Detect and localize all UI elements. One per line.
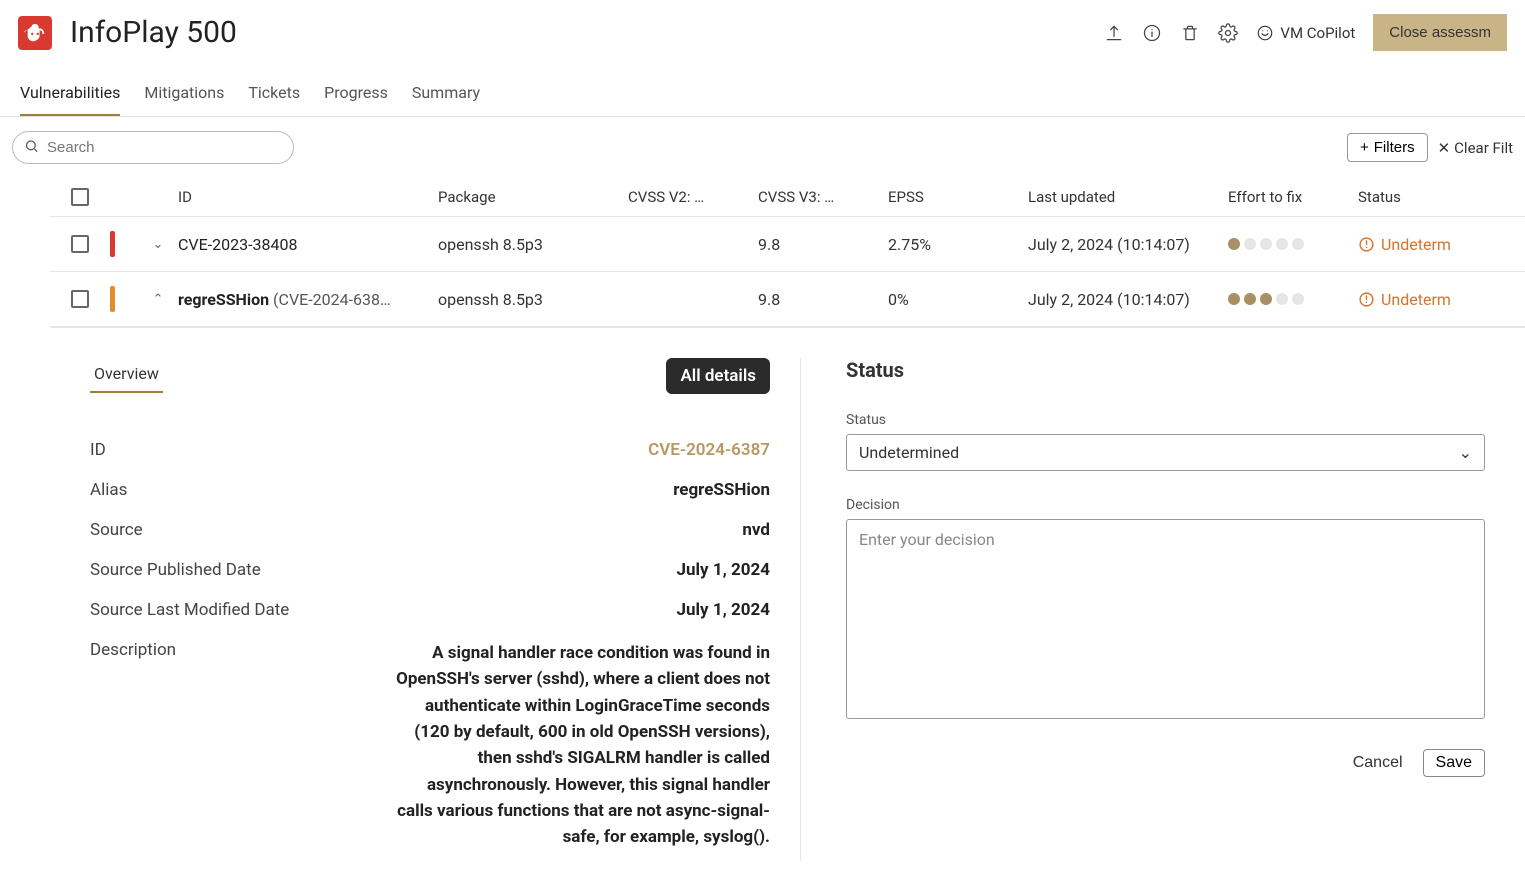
tab-vulnerabilities[interactable]: Vulnerabilities — [20, 71, 120, 116]
table-header-row: ID Package CVSS V2: … CVSS V3: … EPSS La… — [50, 178, 1525, 217]
row-updated: July 2, 2024 (10:14:07) — [1028, 235, 1228, 254]
toolbar: + Filters ✕ Clear Filt — [0, 117, 1525, 178]
severity-indicator — [110, 286, 115, 312]
row-cvss3: 9.8 — [758, 290, 888, 309]
toolbar-right: + Filters ✕ Clear Filt — [1347, 133, 1513, 162]
status-field-label: Status — [846, 412, 1485, 428]
tab-summary[interactable]: Summary — [412, 71, 480, 116]
row-status: Undeterm — [1358, 235, 1518, 254]
save-button[interactable]: Save — [1423, 749, 1485, 777]
table-row[interactable]: ⌄ CVE-2023-38408 openssh 8.5p3 9.8 2.75%… — [50, 217, 1525, 272]
status-panel: Status Status Undetermined ⌄ Decision Ca… — [800, 358, 1485, 861]
trash-icon[interactable] — [1180, 23, 1200, 43]
panel-actions: Cancel Save — [846, 749, 1485, 777]
severity-indicator — [110, 231, 115, 257]
search-wrap — [12, 131, 294, 164]
filters-button[interactable]: + Filters — [1347, 133, 1428, 162]
col-cvss2[interactable]: CVSS V2: … — [628, 188, 758, 206]
row-checkbox[interactable] — [71, 290, 89, 308]
search-icon — [24, 138, 39, 157]
row-updated: July 2, 2024 (10:14:07) — [1028, 290, 1228, 309]
app-title: InfoPlay 500 — [70, 15, 237, 50]
row-id: CVE-2023-38408 — [178, 235, 438, 254]
chevron-down-icon: ⌄ — [1459, 443, 1472, 462]
col-id[interactable]: ID — [178, 188, 438, 206]
upload-icon[interactable] — [1104, 23, 1124, 43]
kv-desc-label: Description — [90, 640, 290, 851]
app-logo-icon — [18, 16, 52, 50]
detail-panel: Overview All details IDCVE-2024-6387 Ali… — [50, 327, 1525, 891]
decision-field-label: Decision — [846, 497, 1485, 513]
main-tabs: Vulnerabilities Mitigations Tickets Prog… — [0, 71, 1525, 117]
kv-pub-label: Source Published Date — [90, 560, 290, 580]
close-assessment-button[interactable]: Close assessm — [1373, 14, 1507, 51]
tab-progress[interactable]: Progress — [324, 71, 388, 116]
plus-icon: + — [1360, 139, 1369, 156]
col-epss[interactable]: EPSS — [888, 188, 1028, 206]
overview-tab[interactable]: Overview — [90, 358, 163, 393]
close-icon: ✕ — [1438, 139, 1451, 157]
table-row[interactable]: ⌃ regreSSHion (CVE-2024-638… openssh 8.5… — [50, 272, 1525, 327]
detail-tabs: Overview All details — [90, 358, 770, 394]
detail-overview: Overview All details IDCVE-2024-6387 Ali… — [90, 358, 770, 861]
kv-alias-label: Alias — [90, 480, 290, 500]
col-package[interactable]: Package — [438, 188, 628, 206]
kv-source-value: nvd — [290, 520, 770, 540]
kv-alias-value: regreSSHion — [290, 480, 770, 500]
filters-label: Filters — [1374, 139, 1415, 156]
vuln-table: ID Package CVSS V2: … CVSS V3: … EPSS La… — [0, 178, 1525, 327]
row-checkbox[interactable] — [71, 235, 89, 253]
status-select[interactable]: Undetermined ⌄ — [846, 434, 1485, 471]
row-package: openssh 8.5p3 — [438, 235, 628, 254]
tab-tickets[interactable]: Tickets — [248, 71, 300, 116]
decision-textarea[interactable] — [846, 519, 1485, 719]
select-all-checkbox[interactable] — [71, 188, 89, 206]
row-cvss3: 9.8 — [758, 235, 888, 254]
cancel-button[interactable]: Cancel — [1353, 754, 1403, 772]
settings-icon[interactable] — [1218, 23, 1238, 43]
effort-dots — [1228, 238, 1358, 250]
vm-copilot-button[interactable]: VM CoPilot — [1256, 24, 1355, 42]
kv-pub-value: July 1, 2024 — [290, 560, 770, 580]
app-header: InfoPlay 500 VM CoPilot Close assessm — [0, 0, 1525, 61]
effort-dots — [1228, 293, 1358, 305]
clear-filters-button[interactable]: ✕ Clear Filt — [1438, 139, 1513, 157]
clear-label: Clear Filt — [1454, 139, 1513, 157]
row-package: openssh 8.5p3 — [438, 290, 628, 309]
row-epss: 0% — [888, 290, 1028, 309]
kv-mod-value: July 1, 2024 — [290, 600, 770, 620]
row-status: Undeterm — [1358, 290, 1518, 309]
kv-desc-value: A signal handler race condition was foun… — [290, 640, 770, 851]
info-icon[interactable] — [1142, 23, 1162, 43]
kv-id-label: ID — [90, 440, 290, 460]
kv-list: IDCVE-2024-6387 AliasregreSSHion Sourcen… — [90, 430, 770, 861]
kv-id-value[interactable]: CVE-2024-6387 — [290, 440, 770, 460]
col-status[interactable]: Status — [1358, 188, 1518, 206]
col-effort[interactable]: Effort to fix — [1228, 188, 1358, 206]
tab-mitigations[interactable]: Mitigations — [144, 71, 224, 116]
header-actions: VM CoPilot Close assessm — [1104, 14, 1507, 51]
status-select-value: Undetermined — [859, 443, 959, 462]
vm-copilot-label: VM CoPilot — [1280, 24, 1355, 42]
col-updated[interactable]: Last updated — [1028, 188, 1228, 206]
search-input[interactable] — [12, 131, 294, 164]
expand-chevron-icon[interactable]: ⌄ — [138, 237, 178, 252]
row-epss: 2.75% — [888, 235, 1028, 254]
kv-source-label: Source — [90, 520, 290, 540]
col-cvss3[interactable]: CVSS V3: … — [758, 188, 888, 206]
kv-mod-label: Source Last Modified Date — [90, 600, 290, 620]
all-details-button[interactable]: All details — [666, 358, 770, 394]
collapse-chevron-icon[interactable]: ⌃ — [138, 292, 178, 307]
row-id: regreSSHion (CVE-2024-638… — [178, 290, 438, 309]
status-title: Status — [846, 358, 1485, 382]
